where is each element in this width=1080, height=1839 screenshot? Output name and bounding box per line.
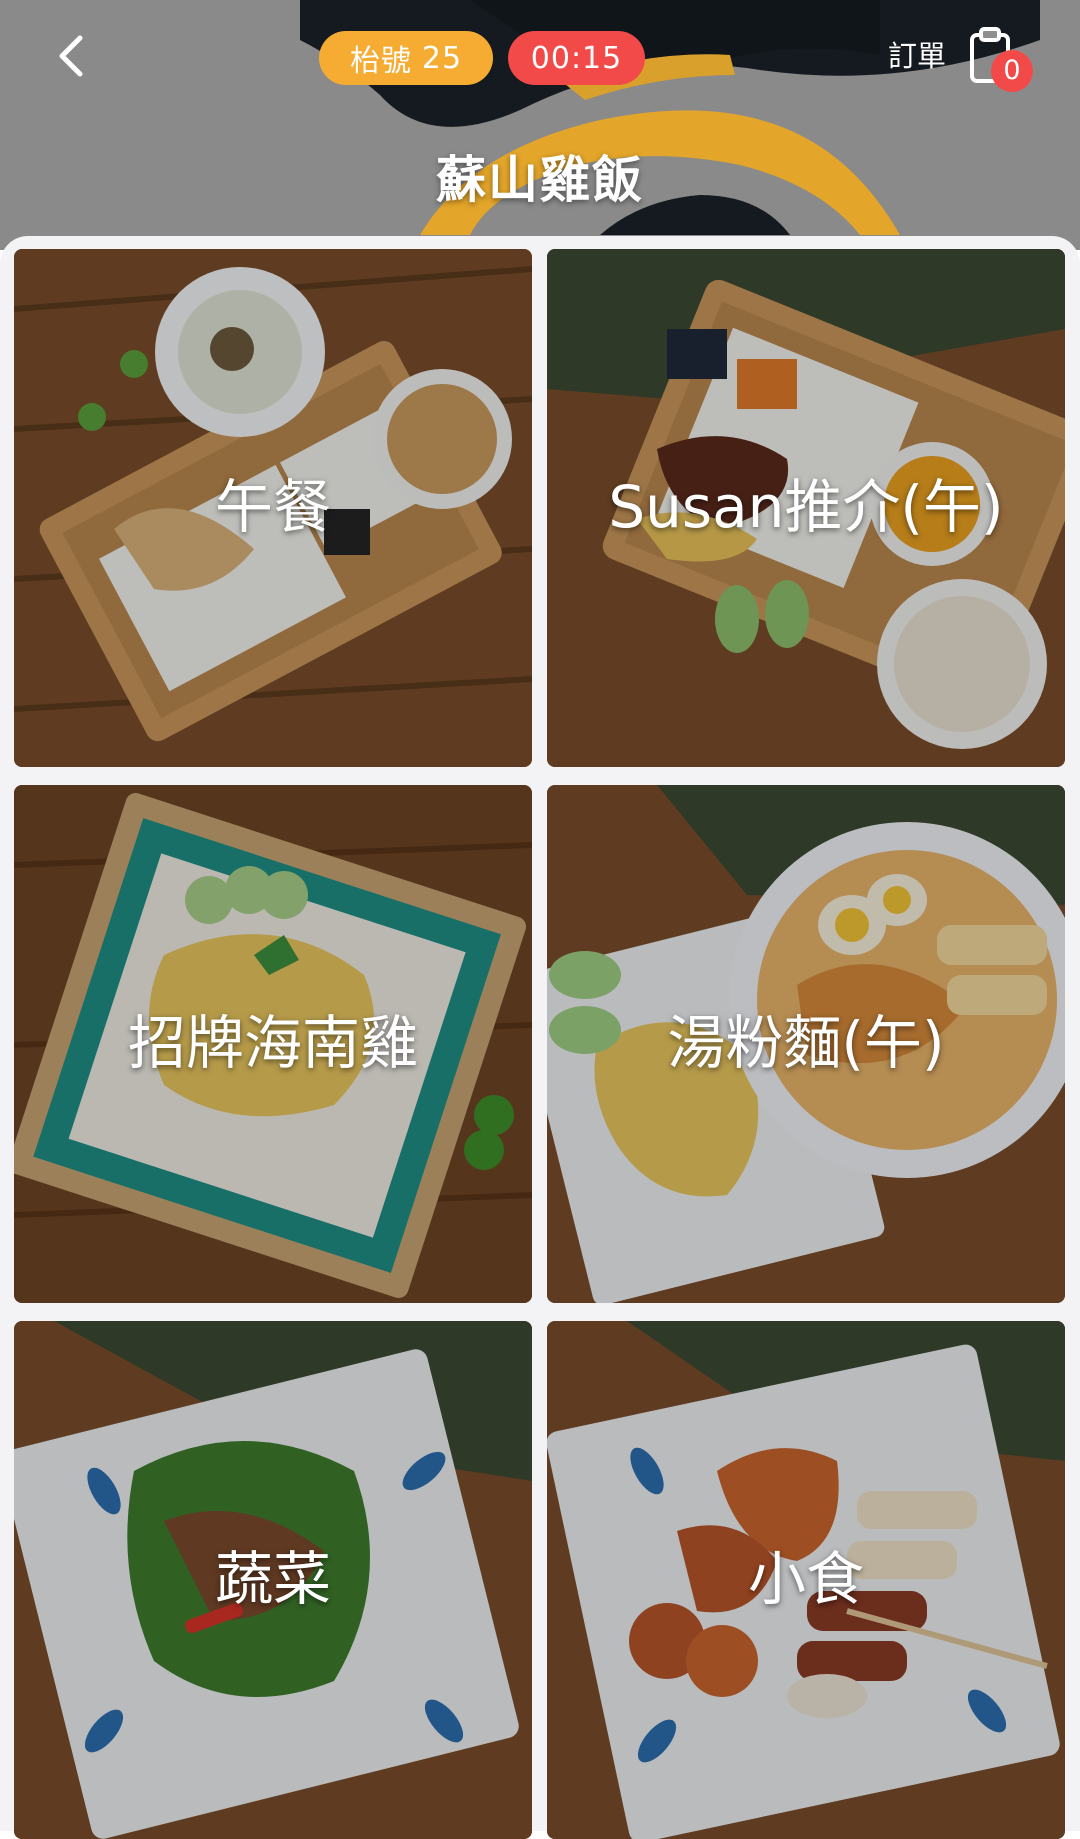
category-label: Susan推介(午) [608,473,1004,542]
category-label: 招牌海南雞 [127,1009,418,1078]
table-label: 枱號 [349,44,412,79]
category-label: 小食 [747,1545,864,1614]
category-tile-soup-noodles[interactable]: 湯粉麵(午) [547,785,1065,1303]
category-tile-susan-recommend[interactable]: Susan推介(午) [547,249,1065,767]
timer-badge: 00:15 [508,31,645,85]
orders-label[interactable]: 訂單 [888,34,946,78]
category-label: 湯粉麵(午) [667,1009,945,1078]
page-title: 蘇山雞飯 [436,151,644,209]
back-button[interactable] [40,24,104,88]
category-grid: 午餐 Susan推介(午) 招牌海南雞 湯粉麵(午) 蔬菜 小食 [0,236,1080,1839]
table-number-badge: 枱號 25 [319,31,493,85]
category-tile-hainan-chicken[interactable]: 招牌海南雞 [14,785,532,1303]
order-count-badge: 0 [991,50,1033,92]
category-label: 午餐 [214,473,331,542]
category-tile-lunch[interactable]: 午餐 [14,249,532,767]
chevron-left-icon [59,35,83,77]
header: 枱號 25 00:15 訂單 0 蘇山雞飯 [0,0,1080,250]
category-tile-snacks[interactable]: 小食 [547,1321,1065,1839]
category-label: 蔬菜 [214,1545,331,1614]
table-number: 25 [421,40,463,76]
category-tile-vegetables[interactable]: 蔬菜 [14,1321,532,1839]
